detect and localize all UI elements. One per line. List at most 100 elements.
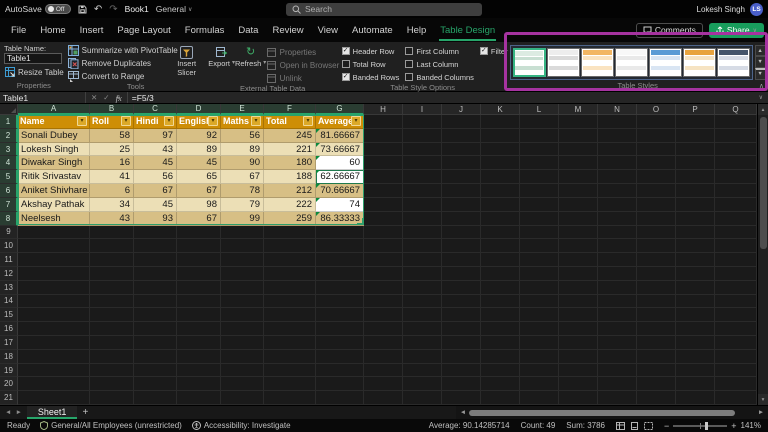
cell-B12[interactable] [90,266,134,281]
cell-H13[interactable] [364,280,403,295]
cell-F9[interactable] [264,225,316,240]
cell-M20[interactable] [559,377,598,392]
cell-N21[interactable] [598,391,637,406]
cell-G13[interactable] [316,280,364,295]
cell-P21[interactable] [676,391,715,406]
cell-C17[interactable] [134,336,177,350]
cell-G6[interactable]: 70.66667 [316,184,364,198]
cell-B8[interactable]: 43 [90,211,134,226]
scroll-right-icon[interactable]: ► [755,409,767,416]
cell-A5[interactable]: Ritik Srivastav [18,170,90,185]
cell-K10[interactable] [481,239,520,254]
cell-H7[interactable] [364,197,403,212]
table-style-medium-gold[interactable] [682,48,716,77]
cell-H15[interactable] [364,308,403,323]
table-style-light-white[interactable] [614,48,648,77]
cell-E4[interactable]: 90 [221,156,264,171]
menu-tab-view[interactable]: View [311,18,345,42]
cell-L7[interactable] [520,197,559,212]
cell-O15[interactable] [637,308,676,323]
cell-P5[interactable] [676,170,715,185]
cell-M16[interactable] [559,322,598,336]
scroll-down-icon[interactable]: ▾ [758,394,768,405]
cell-K19[interactable] [481,363,520,378]
formula-input[interactable] [131,92,750,103]
cell-Q6[interactable] [715,184,757,198]
table-name-input[interactable] [4,53,62,64]
zoom-level[interactable]: 141% [741,421,761,430]
column-header-G[interactable]: G [316,104,364,115]
cell-C16[interactable] [134,322,177,336]
cell-A20[interactable] [18,377,90,392]
filter-button-maths[interactable]: ▾ [251,116,261,127]
cell-Q3[interactable] [715,142,757,157]
column-header-I[interactable]: I [403,104,442,115]
export-button[interactable]: Export ▾ [208,44,236,84]
cell-F1[interactable]: Total ▾ [264,115,316,129]
cell-F16[interactable] [264,322,316,336]
cell-D15[interactable] [177,308,221,323]
cell-N10[interactable] [598,239,637,254]
cell-O2[interactable] [637,128,676,143]
cell-G18[interactable] [316,349,364,364]
normal-view-icon[interactable] [616,421,625,430]
resize-table-button[interactable]: Resize Table [4,66,64,78]
cell-M2[interactable] [559,128,598,143]
checkbox-banded-rows[interactable]: ✓ Banded Rows [341,71,399,83]
cell-C7[interactable]: 45 [134,197,177,212]
cell-D11[interactable] [177,253,221,267]
cell-L13[interactable] [520,280,559,295]
cell-O20[interactable] [637,377,676,392]
row-header-7[interactable]: 7 [0,197,18,212]
cell-G17[interactable] [316,336,364,350]
cell-I8[interactable] [403,211,442,226]
ribbon-button-remove-duplicates[interactable]: Remove Duplicates [67,57,170,69]
cell-N15[interactable] [598,308,637,323]
cell-F17[interactable] [264,336,316,350]
sheet-nav-right-icon[interactable]: ► [15,409,21,416]
cell-P11[interactable] [676,253,715,267]
cell-E6[interactable]: 78 [221,184,264,198]
cell-I6[interactable] [403,184,442,198]
cell-A18[interactable] [18,349,90,364]
cell-C21[interactable] [134,391,177,406]
cell-M10[interactable] [559,239,598,254]
cell-Q1[interactable] [715,115,757,129]
cell-Q11[interactable] [715,253,757,267]
cell-M17[interactable] [559,336,598,350]
cell-E12[interactable] [221,266,264,281]
row-header-8[interactable]: 8 [0,211,18,226]
cell-E5[interactable]: 67 [221,170,264,185]
workbook-title[interactable]: Book1 [125,4,149,14]
gallery-up-button[interactable]: ▲ [754,45,766,57]
cell-M11[interactable] [559,253,598,267]
cell-M8[interactable] [559,211,598,226]
cell-A16[interactable] [18,322,90,336]
save-button[interactable] [78,5,87,14]
cell-C14[interactable] [134,294,177,309]
cell-N17[interactable] [598,336,637,350]
cell-K12[interactable] [481,266,520,281]
cell-G8[interactable]: 86.33333 [316,211,364,226]
cell-K14[interactable] [481,294,520,309]
cell-F14[interactable] [264,294,316,309]
cell-H20[interactable] [364,377,403,392]
cell-B13[interactable] [90,280,134,295]
cell-O18[interactable] [637,349,676,364]
cell-I3[interactable] [403,142,442,157]
cell-K8[interactable] [481,211,520,226]
cell-D1[interactable]: English▾ [177,115,221,129]
cell-F18[interactable] [264,349,316,364]
cell-P16[interactable] [676,322,715,336]
cell-N12[interactable] [598,266,637,281]
accessibility-status[interactable]: Accessibility: Investigate [191,421,291,430]
cell-M12[interactable] [559,266,598,281]
table-style-light-gray[interactable] [546,48,580,77]
sheet-tab-sheet1[interactable]: Sheet1 [26,406,78,419]
row-header-14[interactable]: 14 [0,294,18,309]
cell-J8[interactable] [442,211,481,226]
autosave-toggle[interactable]: Off [44,4,71,14]
cell-A6[interactable]: Aniket Shivhare [18,184,90,198]
cell-J18[interactable] [442,349,481,364]
column-header-D[interactable]: D [177,104,221,115]
